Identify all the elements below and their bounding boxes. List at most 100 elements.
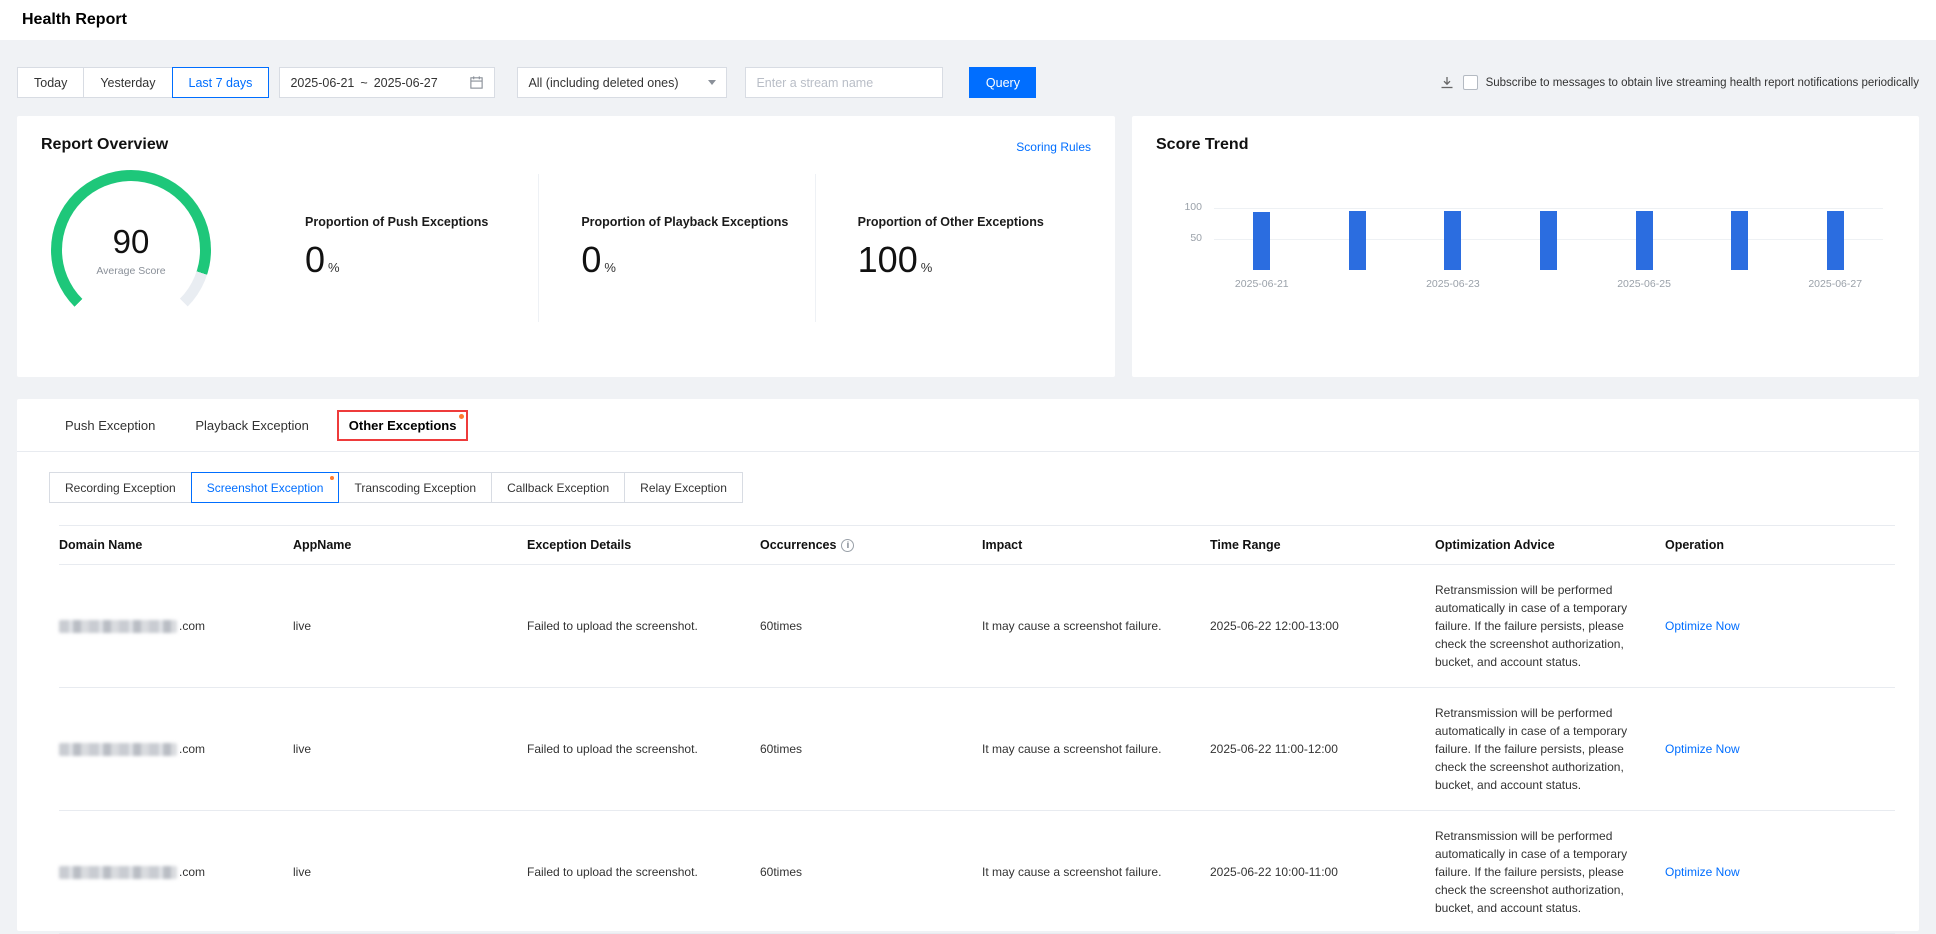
- overview-row: Report Overview Scoring Rules 90 Average…: [17, 116, 1919, 377]
- trend-bar: [1636, 211, 1653, 270]
- tab-label: Push Exception: [65, 418, 155, 433]
- scoring-rules-link[interactable]: Scoring Rules: [1016, 140, 1091, 154]
- optimize-now-link[interactable]: Optimize Now: [1665, 619, 1740, 633]
- report-overview-card: Report Overview Scoring Rules 90 Average…: [17, 116, 1115, 377]
- x-tick-label: 2025-06-25: [1596, 278, 1692, 290]
- subtab-label: Relay Exception: [640, 481, 727, 495]
- occurrences-cell: 60times: [760, 865, 982, 879]
- column-header-appname: AppName: [293, 526, 527, 564]
- range-button-today[interactable]: Today: [17, 67, 84, 98]
- subtab-recording-exception[interactable]: Recording Exception: [49, 472, 192, 503]
- range-button-yesterday[interactable]: Yesterday: [83, 67, 172, 98]
- stat-unit: %: [921, 260, 933, 275]
- tab-label: Other Exceptions: [349, 418, 457, 433]
- tab-label: Playback Exception: [195, 418, 308, 433]
- optimization-advice-cell: Retransmission will be performed automat…: [1435, 565, 1665, 687]
- domain-name-cell: .com: [59, 742, 293, 756]
- bar-slot: [1540, 211, 1557, 270]
- bar-slot: [1349, 211, 1366, 270]
- subtab-label: Recording Exception: [65, 481, 176, 495]
- trend-bar: [1827, 211, 1844, 270]
- stat-unit: %: [604, 260, 616, 275]
- score-trend-plot: [1214, 208, 1883, 270]
- trend-bar: [1444, 211, 1461, 270]
- time-range-cell: 2025-06-22 11:00-12:00: [1210, 742, 1435, 756]
- date-separator: ~: [360, 76, 367, 90]
- occurrences-cell: 60times: [760, 619, 982, 633]
- domain-suffix: .com: [179, 742, 205, 756]
- trend-bars: [1214, 192, 1883, 270]
- exception-details-cell: Failed to upload the screenshot.: [527, 742, 760, 756]
- subscribe-area: Subscribe to messages to obtain live str…: [1439, 75, 1919, 91]
- column-header-impact: Impact: [982, 526, 1210, 564]
- average-score-caption: Average Score: [96, 265, 165, 277]
- stat-label: Proportion of Other Exceptions: [858, 215, 1091, 229]
- operation-cell: Optimize Now: [1665, 865, 1895, 879]
- operation-cell: Optimize Now: [1665, 742, 1895, 756]
- x-tick-label: 2025-06-27: [1787, 278, 1883, 290]
- stream-name-input[interactable]: [745, 67, 943, 98]
- trend-bar: [1349, 211, 1366, 270]
- stat-value: 0 %: [305, 239, 538, 281]
- app-name-cell: live: [293, 619, 527, 633]
- query-button[interactable]: Query: [969, 67, 1036, 98]
- stat-unit: %: [328, 260, 340, 275]
- column-header-label: Time Range: [1210, 538, 1281, 552]
- table-header-row: Domain NameAppNameException DetailsOccur…: [59, 525, 1895, 565]
- subtab-callback-exception[interactable]: Callback Exception: [491, 472, 625, 503]
- download-icon[interactable]: [1439, 75, 1455, 91]
- column-header-optimization-advice: Optimization Advice: [1435, 526, 1665, 564]
- exception-details-cell: Failed to upload the screenshot.: [527, 865, 760, 879]
- bar-slot: [1636, 211, 1653, 270]
- operation-cell: Optimize Now: [1665, 619, 1895, 633]
- impact-cell: It may cause a screenshot failure.: [982, 619, 1210, 633]
- trend-bar: [1253, 212, 1270, 270]
- stat-value: 100 %: [858, 239, 1091, 281]
- quick-range-group: TodayYesterdayLast 7 days: [17, 67, 269, 98]
- notification-dot-icon: [459, 414, 464, 419]
- table-body: .comliveFailed to upload the screenshot.…: [59, 565, 1895, 934]
- column-header-operation: Operation: [1665, 526, 1895, 564]
- stat-number: 0: [305, 239, 325, 281]
- range-button-last-7-days[interactable]: Last 7 days: [172, 67, 270, 98]
- domain-name-cell: .com: [59, 619, 293, 633]
- table-row: .comliveFailed to upload the screenshot.…: [59, 565, 1895, 688]
- optimize-now-link[interactable]: Optimize Now: [1665, 742, 1740, 756]
- exception-tabs: Push Exception Playback Exception Other Ex…: [17, 399, 1919, 452]
- impact-cell: It may cause a screenshot failure.: [982, 865, 1210, 879]
- stat-number: 100: [858, 239, 918, 281]
- subtab-label: Transcoding Exception: [354, 481, 476, 495]
- subtab-screenshot-exception[interactable]: Screenshot Exception: [191, 472, 340, 503]
- date-range-picker[interactable]: 2025-06-21 ~ 2025-06-27: [279, 67, 495, 98]
- tab-other-exceptions[interactable]: Other Exceptions: [349, 418, 457, 433]
- bar-slot: [1253, 212, 1270, 270]
- calendar-icon: [469, 75, 484, 90]
- stat-push-exceptions: Proportion of Push Exceptions 0 %: [263, 174, 538, 322]
- app-name-cell: live: [293, 742, 527, 756]
- subscribe-checkbox[interactable]: [1463, 75, 1478, 90]
- tab-playback-exception[interactable]: Playback Exception: [195, 418, 308, 433]
- occurrences-info-icon[interactable]: i: [841, 539, 854, 552]
- domain-name-cell: .com: [59, 865, 293, 879]
- table-row: .com liveFailed to upload the screenshot.…: [59, 688, 1895, 811]
- average-score-value: 90: [113, 223, 150, 261]
- column-header-label: Optimization Advice: [1435, 538, 1555, 552]
- top-header: Health Report: [0, 0, 1936, 40]
- column-header-label: Occurrences: [760, 538, 836, 552]
- bar-slot: [1444, 211, 1461, 270]
- tab-push-exception[interactable]: Push Exception: [65, 418, 155, 433]
- column-header-time-range: Time Range: [1210, 526, 1435, 564]
- column-header-occurrences: Occurrences i: [760, 526, 982, 564]
- optimize-now-link[interactable]: Optimize Now: [1665, 865, 1740, 879]
- stat-label: Proportion of Push Exceptions: [305, 215, 538, 229]
- time-range-cell: 2025-06-22 10:00-11:00: [1210, 865, 1435, 879]
- trend-bar: [1540, 211, 1557, 270]
- stream-filter-select[interactable]: All (including deleted ones): [517, 67, 727, 98]
- x-axis-labels: 2025-06-212025-06-232025-06-252025-06-27: [1214, 278, 1883, 290]
- gauge-inner: 90 Average Score: [62, 181, 200, 319]
- subtab-relay-exception[interactable]: Relay Exception: [624, 472, 743, 503]
- exception-subtabs: Recording Exception Screenshot Exception T…: [49, 472, 1919, 503]
- subtab-transcoding-exception[interactable]: Transcoding Exception: [338, 472, 492, 503]
- exception-details-cell: Failed to upload the screenshot.: [527, 619, 760, 633]
- bar-slot: [1731, 211, 1748, 270]
